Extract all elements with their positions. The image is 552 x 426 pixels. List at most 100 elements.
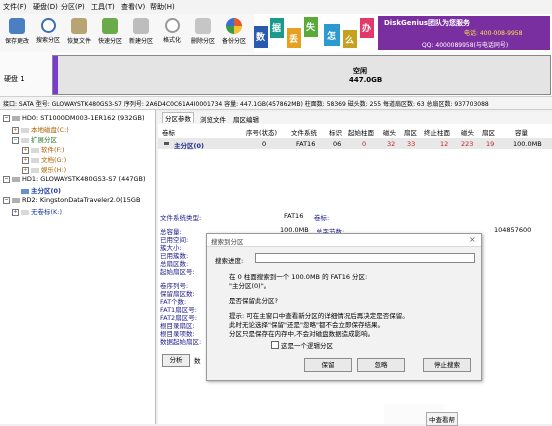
format-button[interactable]: 格式化 xyxy=(157,17,187,49)
tree-part-h[interactable]: + 娱乐(H:) xyxy=(22,164,66,174)
cell-start-sector: 33 xyxy=(407,140,416,148)
logical-partition-checkbox[interactable] xyxy=(271,341,279,349)
backup-partition-button[interactable]: 备份分区 xyxy=(219,17,249,49)
cell-flag: 06 xyxy=(333,140,342,148)
ignore-button[interactable]: 忽略 xyxy=(357,358,405,372)
save-icon xyxy=(9,18,25,34)
cell-filesystem: FAT16 xyxy=(296,140,316,148)
format-label: 格式化 xyxy=(162,37,181,44)
tree-part-c[interactable]: + 本地磁盘(C:) xyxy=(12,124,69,134)
partition-icon xyxy=(21,209,29,215)
menu-tools[interactable]: 工具(T) xyxy=(91,2,115,12)
banner-phone: 电话: 400-008-9958 xyxy=(464,30,523,37)
tree-part-f[interactable]: + 软件(F:) xyxy=(22,144,65,154)
partition-icon xyxy=(21,137,29,143)
banner-brand: DiskGenius团队为您服务 xyxy=(384,19,471,27)
col-start-sector: 扇区 xyxy=(404,129,417,137)
new-partition-button[interactable]: 新建分区 xyxy=(126,17,156,49)
tab-sector-edit[interactable]: 扇区编辑 xyxy=(233,114,259,124)
search-partition-button[interactable]: 搜索分区 xyxy=(33,17,63,49)
quick-partition-button[interactable]: 快速分区 xyxy=(95,17,125,49)
tree-part-k[interactable]: + 无卷标(K:) xyxy=(12,206,62,216)
free-space-label: 空闲 xyxy=(353,67,367,75)
tree-disk-hd1[interactable]: − HD1: GLOWAYSTK480GS3-S7 (447GB) xyxy=(3,175,146,183)
data-label: 数 xyxy=(194,357,201,365)
quick-partition-label: 快速分区 xyxy=(97,38,122,45)
menu-disk[interactable]: 硬盘(D) xyxy=(33,2,58,12)
disk-info-line: 接口: SATA 型号: GLOWAYSTK480GS3-S7 序列号: 2A6… xyxy=(0,97,552,110)
col-end-cyl: 终止柱面 xyxy=(424,129,450,137)
recover-file-label: 恢复文件 xyxy=(66,38,91,45)
save-label: 保存更改 xyxy=(4,38,29,45)
volume-label-label: 卷标: xyxy=(314,214,330,222)
banner-char-6: 么 xyxy=(345,36,355,46)
partition-icon xyxy=(21,188,29,194)
cell-index: 0 xyxy=(262,140,267,148)
detail-total-bytes-value: 104857600 xyxy=(494,226,532,234)
disk-icon xyxy=(12,197,20,203)
tree-part-main0[interactable]: 主分区(0) xyxy=(12,185,61,195)
banner-char-2: 据 xyxy=(272,24,282,34)
fs-type-label: 文件系统类型: xyxy=(160,214,202,222)
partition-row-icon xyxy=(164,142,169,145)
close-icon[interactable]: × xyxy=(469,235,476,244)
dialog-titlebar: 搜索到分区 × xyxy=(207,234,481,247)
format-icon xyxy=(164,18,180,33)
menu-file[interactable]: 文件(F) xyxy=(3,2,27,12)
disk-label: 硬盘 1 xyxy=(4,75,25,83)
col-start-head: 磁头 xyxy=(383,129,396,137)
search-icon xyxy=(40,18,56,33)
partition-icon xyxy=(31,157,39,163)
col-index: 序号(状态) xyxy=(246,129,278,137)
menu-partition[interactable]: 分区(P) xyxy=(61,2,85,12)
delete-partition-label: 删除分区 xyxy=(190,38,215,45)
recover-file-icon xyxy=(71,18,87,34)
col-capacity: 容量 xyxy=(515,129,528,137)
partition-stripe xyxy=(53,56,58,94)
dialog-title: 搜索到分区 xyxy=(211,238,244,246)
disk-icon xyxy=(12,115,20,121)
disk-icon xyxy=(12,176,20,182)
table-row[interactable]: 主分区(0) 0 FAT16 06 0 32 33 12 223 19 100.… xyxy=(158,138,552,150)
stop-search-button[interactable]: 停止搜索 xyxy=(423,358,471,372)
disk-map-bar: 硬盘 1 空闲 447.0GB xyxy=(0,52,552,97)
found-partition-dialog: 搜索到分区 × 搜索进度: 在 0 柱面搜索到一个 100.0MB 的 FAT1… xyxy=(206,233,482,381)
analyze-button[interactable]: 分析 xyxy=(162,354,190,367)
search-partition-label: 搜索分区 xyxy=(35,37,60,44)
search-progress-label: 搜索进度: xyxy=(215,257,244,265)
ad-banner[interactable]: 数 据 丢 失 怎 么 办 DiskGenius团队为您服务 电话: 400-0… xyxy=(254,14,552,52)
backup-partition-icon xyxy=(226,18,242,34)
col-volume: 卷标 xyxy=(162,129,175,137)
quick-partition-icon xyxy=(102,18,118,34)
tree-extended[interactable]: − 扩展分区 xyxy=(12,134,57,144)
partition-grid: 卷标 序号(状态) 文件系统 标识 起始柱面 磁头 扇区 终止柱面 磁头 扇区 … xyxy=(158,124,552,208)
disk-tree: − HD0: ST1000DM003-1ER162 (932GB) + 本地磁盘(C… xyxy=(0,110,156,424)
menu-bar: 文件(F) 硬盘(D) 分区(P) 工具(T) 查看(V) 帮助(H) xyxy=(0,0,552,15)
tab-browse-files[interactable]: 浏览文件 xyxy=(200,114,226,124)
new-partition-label: 新建分区 xyxy=(128,38,153,45)
tree-disk-rd2[interactable]: − RD2: KingstonDataTraveler2.0(15GB xyxy=(3,196,140,204)
col-start-cyl: 起始柱面 xyxy=(348,129,374,137)
cell-volume: 主分区(0) xyxy=(174,142,204,150)
tree-disk-hd0[interactable]: − HD0: ST1000DM003-1ER162 (932GB) xyxy=(3,114,145,122)
partition-icon xyxy=(31,167,39,173)
banner-char-5: 怎 xyxy=(327,32,337,42)
recover-file-button[interactable]: 恢复文件 xyxy=(64,17,94,49)
free-space-block[interactable]: 空闲 447.0GB xyxy=(52,55,551,95)
save-button[interactable]: 保存更改 xyxy=(2,17,32,49)
menu-view[interactable]: 查看(V) xyxy=(121,2,145,12)
delete-partition-button[interactable]: 删除分区 xyxy=(188,17,218,49)
dialog-question: 是否保留此分区? xyxy=(229,297,278,305)
backup-partition-label: 备份分区 xyxy=(221,38,246,45)
tree-part-g[interactable]: + 文档(G:) xyxy=(22,154,66,164)
tab-partition-params[interactable]: 分区参数 xyxy=(162,112,194,123)
banner-char-1: 数 xyxy=(256,33,266,43)
cell-end-cyl: 12 xyxy=(440,140,449,148)
keep-button[interactable]: 保留 xyxy=(304,358,352,372)
banner-char-7: 办 xyxy=(362,24,372,34)
cell-capacity: 100.0MB xyxy=(513,140,542,148)
menu-help[interactable]: 帮助(H) xyxy=(150,2,175,12)
cell-end-sector: 19 xyxy=(486,140,495,148)
banner-char-3: 丢 xyxy=(289,35,299,45)
cell-start-cyl: 0 xyxy=(362,140,367,148)
